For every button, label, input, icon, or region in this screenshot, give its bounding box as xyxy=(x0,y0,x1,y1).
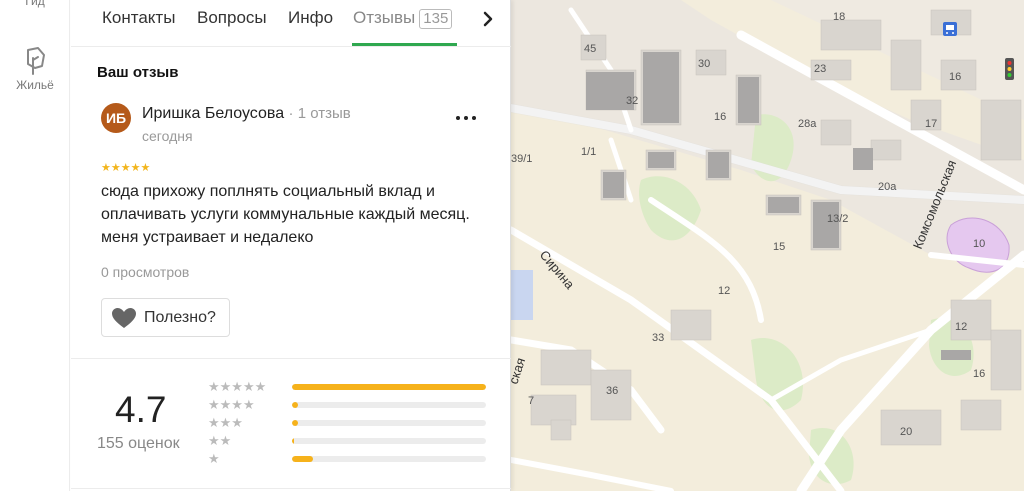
rating-value: 4.7 xyxy=(115,389,167,430)
active-tab-indicator xyxy=(352,43,457,46)
rail-item-housing[interactable]: Жильё xyxy=(0,46,70,92)
map-canvas: Сирина Комсомольская ская 18 45 30 23 16… xyxy=(511,0,1024,491)
distribution-bar-fill xyxy=(292,456,314,462)
rating-distribution-row: ★★★★★ xyxy=(208,379,498,396)
house-number: 18 xyxy=(833,11,845,23)
your-review-title: Ваш отзыв xyxy=(97,64,179,81)
tab-info[interactable]: Инфо xyxy=(288,8,333,28)
distribution-bar xyxy=(292,456,486,462)
rating-count: 155 оценок xyxy=(97,435,180,452)
tab-bar: Контакты Вопросы Инфо Отзывы 135 xyxy=(71,0,511,47)
useful-label: Полезно? xyxy=(144,309,216,326)
rail-item-housing-label: Жильё xyxy=(16,78,54,92)
house-number: 39/1 xyxy=(511,153,532,165)
bus-stop-icon[interactable] xyxy=(943,22,957,36)
house-number: 45 xyxy=(584,43,596,55)
rating-distribution-row: ★★ xyxy=(208,433,498,450)
distribution-bar-fill xyxy=(292,384,486,390)
distribution-bar-fill xyxy=(292,438,294,444)
distribution-stars: ★★★ xyxy=(208,415,243,430)
distribution-bar xyxy=(292,438,486,444)
heart-icon xyxy=(112,308,136,328)
rail-item-guide-label: Гид xyxy=(25,0,45,8)
review-stars: ★★★★★ xyxy=(101,162,151,174)
traffic-light-icon[interactable] xyxy=(1005,58,1014,80)
house-number: 15 xyxy=(773,241,785,253)
house-number: 12 xyxy=(718,285,730,297)
review-views: 0 просмотров xyxy=(101,264,190,280)
review-text: сюда прихожу поплнять социальный вклад и… xyxy=(101,183,470,246)
house-number: 1/1 xyxy=(581,146,596,158)
house-number: 20а xyxy=(878,181,897,193)
house-number: 36 xyxy=(606,385,618,397)
distribution-stars: ★★★★ xyxy=(208,397,255,412)
house-number: 12 xyxy=(955,321,967,333)
distribution-bar-fill xyxy=(292,420,298,426)
house-number: 30 xyxy=(698,58,710,70)
house-number: 23 xyxy=(814,63,826,75)
section-divider-bottom xyxy=(71,488,511,489)
tab-reviews-count: 135 xyxy=(419,9,453,29)
rail-item-guide[interactable]: Гид xyxy=(0,0,70,8)
house-number: 13/2 xyxy=(827,213,848,225)
house-number: 33 xyxy=(652,332,664,344)
tab-questions[interactable]: Вопросы xyxy=(197,8,267,28)
distribution-bar xyxy=(292,402,486,408)
org-panel: Контакты Вопросы Инфо Отзывы 135 Ваш отзы… xyxy=(71,0,511,491)
rating-distribution-row: ★★★★ xyxy=(208,397,498,414)
house-number: 10 xyxy=(973,238,985,250)
house-number: 16 xyxy=(949,71,961,83)
house-number: 32 xyxy=(626,95,638,107)
distribution-stars: ★★★★★ xyxy=(208,379,267,394)
more-options-icon[interactable] xyxy=(453,110,479,126)
author-name[interactable]: Иришка Белоусова xyxy=(142,105,284,122)
house-number: 17 xyxy=(925,118,937,130)
author-review-count: · 1 отзыв xyxy=(288,105,351,122)
useful-button[interactable]: Полезно? xyxy=(101,298,230,337)
left-rail: Гид Жильё xyxy=(0,0,70,491)
distribution-stars: ★★ xyxy=(208,433,232,448)
house-number: 16 xyxy=(973,368,985,380)
rating-distribution-row: ★ xyxy=(208,451,498,468)
chevron-right-icon[interactable] xyxy=(478,8,498,30)
map[interactable]: Сирина Комсомольская ская 18 45 30 23 16… xyxy=(511,0,1024,491)
review-date: сегодня xyxy=(142,128,193,144)
avatar[interactable]: ИБ xyxy=(101,103,131,133)
tab-reviews-label: Отзывы xyxy=(353,8,416,27)
tab-contacts[interactable]: Контакты xyxy=(102,8,175,28)
rating-distribution-row: ★★★ xyxy=(208,415,498,432)
review-author: Иришка Белоусова · 1 отзыв xyxy=(142,105,351,123)
house-number: 7 xyxy=(528,395,534,407)
section-divider xyxy=(71,358,511,359)
housing-icon xyxy=(27,47,45,75)
app-root: Гид Жильё Контакты Вопросы Инфо Отзывы 13… xyxy=(0,0,1024,491)
distribution-bar-fill xyxy=(292,402,298,408)
house-number: 16 xyxy=(714,111,726,123)
house-number: 20 xyxy=(900,426,912,438)
tab-reviews[interactable]: Отзывы 135 xyxy=(353,8,453,29)
house-number: 28а xyxy=(798,118,817,130)
distribution-stars: ★ xyxy=(208,451,220,466)
distribution-bar xyxy=(292,384,486,390)
distribution-bar xyxy=(292,420,486,426)
